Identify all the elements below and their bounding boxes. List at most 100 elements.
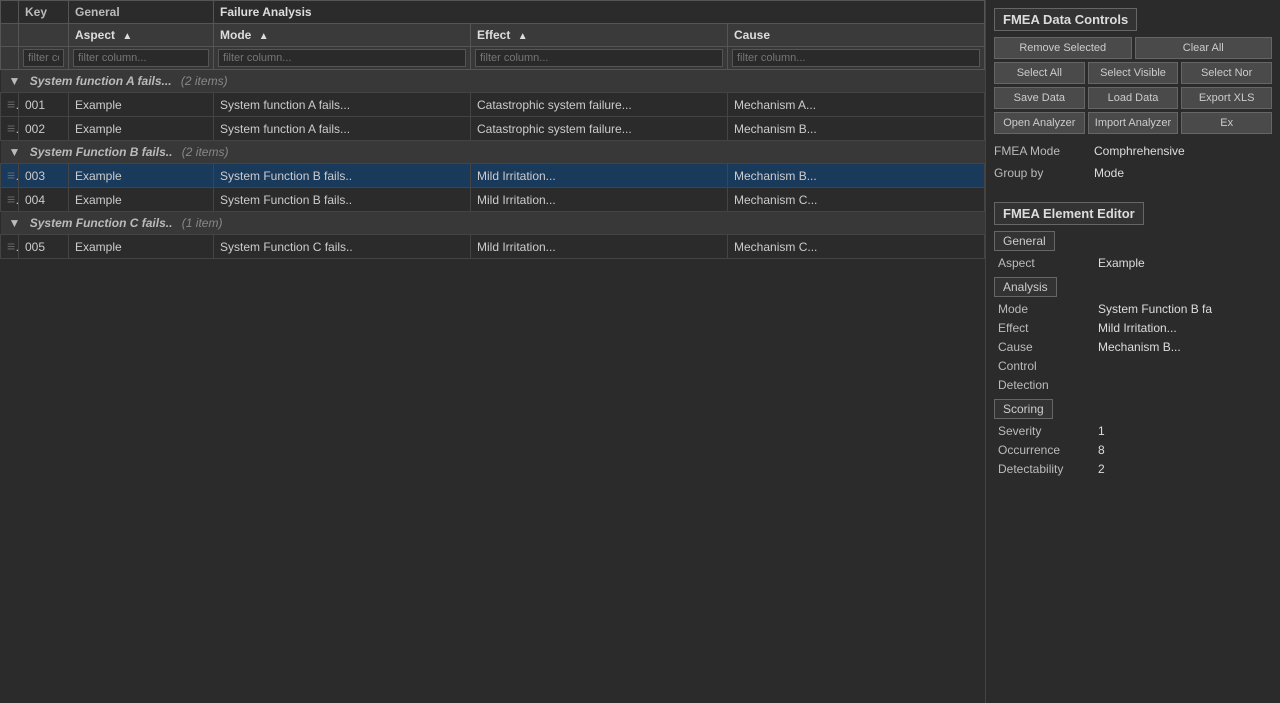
drag-dots-icon: ≡ [7,120,19,136]
cause-cell: Mechanism B... [728,117,985,141]
severity-row: Severity 1 [994,423,1272,439]
key-cell: 002 [19,117,69,141]
drag-handle[interactable]: ≡ [1,164,19,188]
occurrence-field-label: Occurrence [998,443,1098,457]
group-toggle-icon[interactable]: ▼ [9,74,21,88]
effect-cell: Catastrophic system failure... [471,93,728,117]
select-all-button[interactable]: Select All [994,62,1085,84]
table-row[interactable]: ≡ 004 Example System Function B fails.. … [1,188,985,212]
effect-cell: Catastrophic system failure... [471,117,728,141]
group-count: (2 items) [182,145,229,159]
drag-handle[interactable]: ≡ [1,93,19,117]
detectability-field-value: 2 [1098,462,1268,476]
cause-row: Cause Mechanism B... [994,339,1272,355]
scoring-section: Scoring Severity 1 Occurrence 8 Detectab… [994,399,1272,477]
group-count: (1 item) [182,216,223,230]
aspect-field-label: Aspect [998,256,1098,270]
filter-effect-input[interactable] [475,49,723,67]
failure-analysis-header: Failure Analysis [214,1,985,24]
fmea-mode-row: FMEA Mode Comphrehensive [994,142,1272,160]
aspect-sort-icon[interactable]: ▲ [122,31,132,42]
mode-label: Mode [220,28,251,42]
ex-button[interactable]: Ex [1181,112,1272,134]
mode-cell: System Function C fails.. [214,235,471,259]
group-by-value: Mode [1094,166,1124,180]
detection-row: Detection [994,377,1272,393]
filter-mode [214,47,471,70]
table-row[interactable]: ≡ 003 Example System Function B fails.. … [1,164,985,188]
cause-label: Cause [734,28,770,42]
group-label: System Function B fails.. [30,145,173,159]
analysis-section: Analysis Mode System Function B fa Effec… [994,277,1272,393]
group-count: (2 items) [181,74,228,88]
aspect-field-value: Example [1098,256,1268,270]
filter-aspect [69,47,214,70]
drag-dots-icon: ≡ [7,238,19,254]
fmea-element-editor: FMEA Element Editor General Aspect Examp… [994,202,1272,483]
group-row-cell[interactable]: ▼ System Function B fails.. (2 items) [1,141,985,164]
effect-row: Effect Mild Irritation... [994,320,1272,336]
group-label: System function A fails... [30,74,172,88]
control-field-label: Control [998,359,1098,373]
filter-drag [1,47,19,70]
aspect-col-header[interactable]: Aspect ▲ [69,24,214,47]
cause-col-header[interactable]: Cause [728,24,985,47]
aspect-cell: Example [69,117,214,141]
table-row[interactable]: ≡ 001 Example System function A fails...… [1,93,985,117]
group-toggle-icon[interactable]: ▼ [9,145,21,159]
group-row-cell[interactable]: ▼ System function A fails... (2 items) [1,70,985,93]
mode-row: Mode System Function B fa [994,301,1272,317]
group-label: System Function C fails.. [30,216,173,230]
cause-cell: Mechanism C... [728,235,985,259]
effect-field-label: Effect [998,321,1098,335]
general-col-header: General [69,1,214,24]
aspect-cell: Example [69,235,214,259]
effect-cell: Mild Irritation... [471,235,728,259]
severity-field-label: Severity [998,424,1098,438]
aspect-cell: Example [69,164,214,188]
drag-handle[interactable]: ≡ [1,235,19,259]
import-analyzer-button[interactable]: Import Analyzer [1088,112,1179,134]
occurrence-field-value: 8 [1098,443,1268,457]
open-analyzer-button[interactable]: Open Analyzer [994,112,1085,134]
mode-col-header[interactable]: Mode ▲ [214,24,471,47]
load-data-button[interactable]: Load Data [1088,87,1179,109]
filter-aspect-input[interactable] [73,49,209,67]
key-col-subheader [19,24,69,47]
general-section-title[interactable]: General [994,231,1055,251]
filter-cause-input[interactable] [732,49,980,67]
select-visible-button[interactable]: Select Visible [1088,62,1179,84]
export-xls-button[interactable]: Export XLS [1181,87,1272,109]
select-none-button[interactable]: Select Nor [1181,62,1272,84]
drag-handle[interactable]: ≡ [1,117,19,141]
aspect-cell: Example [69,188,214,212]
effect-sort-icon[interactable]: ▲ [518,31,528,42]
filter-mode-input[interactable] [218,49,466,67]
filter-key-input[interactable] [23,49,64,67]
editor-title: FMEA Element Editor [994,202,1144,225]
cause-field-value: Mechanism B... [1098,340,1268,354]
table-row[interactable]: ≡ 002 Example System function A fails...… [1,117,985,141]
effect-label: Effect [477,28,510,42]
remove-selected-button2[interactable]: Remove Selected [994,37,1132,59]
aspect-cell: Example [69,93,214,117]
scoring-section-title[interactable]: Scoring [994,399,1053,419]
save-data-button[interactable]: Save Data [994,87,1085,109]
effect-field-value: Mild Irritation... [1098,321,1268,335]
drag-dots-icon: ≡ [7,167,19,183]
clear-all-button2[interactable]: Clear All [1135,37,1273,59]
effect-col-header[interactable]: Effect ▲ [471,24,728,47]
controls-title: FMEA Data Controls [994,8,1137,31]
group-toggle-icon[interactable]: ▼ [9,216,21,230]
group-row-cell[interactable]: ▼ System Function C fails.. (1 item) [1,212,985,235]
drag-col-header [1,1,19,24]
analysis-section-title[interactable]: Analysis [994,277,1057,297]
fmea-data-controls: FMEA Data Controls Remove Selected Clear… [994,8,1272,186]
key-cell: 005 [19,235,69,259]
mode-field-label: Mode [998,302,1098,316]
group-row: ▼ System Function C fails.. (1 item) [1,212,985,235]
table-row[interactable]: ≡ 005 Example System Function C fails.. … [1,235,985,259]
mode-sort-icon[interactable]: ▲ [259,31,269,42]
drag-handle[interactable]: ≡ [1,188,19,212]
key-col-header[interactable]: Key [19,1,69,24]
